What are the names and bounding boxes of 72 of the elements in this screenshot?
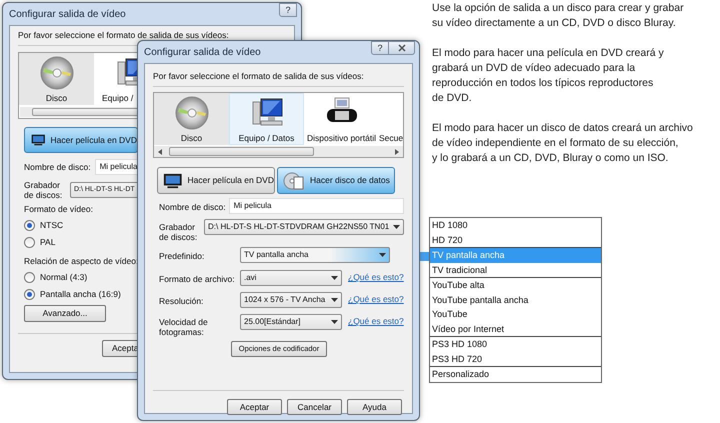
list-item[interactable]: Vídeo por Internet	[430, 322, 601, 336]
advanced-button[interactable]: Avanzado...	[24, 305, 106, 322]
format-tile[interactable]: Disco	[19, 53, 94, 105]
close-button[interactable]	[389, 41, 415, 55]
list-item[interactable]: PS3 HD 720	[430, 352, 601, 366]
description-paragraph: El modo para hacer un disco de datos creará un archivo de vídeo independiente en el formato de su elección, y lo grabará a un CD, DVD, Bluray o como un ISO.	[432, 121, 694, 166]
field-label: Formato de archivo:	[159, 273, 236, 286]
list-item[interactable]: HD 1080	[430, 218, 601, 232]
format-tile[interactable]: Disco	[154, 93, 229, 145]
radio-button[interactable]	[24, 237, 35, 248]
field-label: Grabador de discos:	[24, 180, 64, 200]
list-item[interactable]: PS3 HD 1080	[430, 337, 601, 352]
mode-button[interactable]: Hacer película en DVD	[157, 167, 275, 194]
format-tile[interactable]: Dispositivo portátil	[304, 93, 379, 145]
list-item[interactable]: YouTube	[430, 307, 601, 322]
dropdown-arrow-icon	[379, 253, 386, 257]
dropdown[interactable]: 1024 x 576 - TV Ancha	[240, 292, 342, 308]
section-label: Formato de vídeo:	[24, 203, 93, 216]
window-title: Configurar salida de vídeo	[9, 8, 126, 22]
text-field[interactable]: Mi pelicula	[228, 198, 404, 214]
radio-label: PAL	[40, 236, 56, 249]
field-label: Resolución:	[159, 295, 204, 308]
format-tile[interactable]: Secue	[379, 93, 403, 145]
scrollbar[interactable]	[154, 146, 403, 157]
field-label: Velocidad de fotogramas:	[159, 316, 209, 337]
list-item[interactable]: YouTube alta	[430, 278, 601, 292]
radio-button[interactable]	[24, 289, 35, 300]
description-paragraph: Use la opción de salida a un disco para crear y grabar su vídeo directamente a un CD, DVD o disco Bluray.	[432, 1, 685, 31]
field-label: Grabador de discos:	[159, 221, 198, 242]
list-item[interactable]: TV tradicional	[430, 262, 601, 277]
help-link[interactable]: ¿Qué es esto?	[348, 270, 404, 284]
radio-label: Pantalla ancha (16:9)	[40, 288, 121, 301]
mode-button[interactable]: Hacer película en DVD	[24, 127, 138, 153]
scroll-left-icon	[158, 148, 163, 154]
dropdown[interactable]: 25.00[Estándar]	[240, 314, 342, 330]
dropdown-arrow-icon	[331, 276, 338, 280]
dropdown-arrow-icon	[331, 320, 338, 324]
dropdown[interactable]: .avi	[240, 270, 342, 286]
dialog-button[interactable]: Aceptar	[227, 399, 282, 415]
disc-icon	[174, 96, 208, 130]
dialog-button[interactable]: Ayuda	[347, 399, 402, 415]
help-button[interactable]: ?	[371, 41, 389, 55]
instruction-text: Por favor seleccione el formato de salida de sus vídeos:	[153, 70, 364, 81]
dropdown[interactable]: D:\ HL-DT-S HL-DT-STDVDRAM GH22NS50 TN01	[204, 219, 404, 235]
radio-label: NTSC	[40, 219, 64, 232]
field-label: Nombre de disco:	[24, 160, 91, 174]
disc-icon	[40, 56, 74, 90]
description-paragraph: El modo para hacer una película en DVD creará y grabará un DVD de vídeo adecuado para la reproducción en todos los típicos reproductores de DVD.	[432, 46, 665, 106]
dropdown-arrow-icon	[331, 298, 338, 302]
section-label: Relación de aspecto de vídeo:	[24, 255, 138, 268]
window-title: Configurar salida de vídeo	[144, 46, 261, 60]
help-link[interactable]: ¿Qué es esto?	[348, 292, 404, 306]
close-icon	[398, 44, 406, 52]
radio-button[interactable]	[24, 220, 35, 231]
list-item[interactable]: YouTube pantalla ancha	[430, 292, 601, 307]
field-label: Predefinido:	[159, 250, 206, 263]
monitor-icon	[163, 172, 183, 190]
dialog-button[interactable]: Cancelar	[287, 399, 342, 415]
dropdown[interactable]: TV pantalla ancha	[240, 247, 390, 263]
radio-label: Normal (4:3)	[40, 271, 88, 284]
instruction-text: Por favor seleccione el formato de salida de sus vídeos:	[18, 29, 229, 40]
dropdown-arrow-icon	[393, 225, 400, 229]
disc-document-icon	[283, 172, 305, 190]
format-tile[interactable]: Equipo / Datos	[229, 93, 304, 145]
mode-button[interactable]: Hacer disco de datos	[277, 167, 395, 194]
list-item[interactable]: HD 720	[430, 232, 601, 247]
help-button[interactable]: ?	[279, 3, 297, 17]
radio-button[interactable]	[24, 272, 35, 283]
help-link[interactable]: ¿Qué es esto?	[348, 314, 404, 328]
field-label: Nombre de disco:	[159, 201, 226, 214]
list-item[interactable]: Personalizado	[430, 367, 601, 382]
scroll-right-icon	[394, 148, 399, 154]
